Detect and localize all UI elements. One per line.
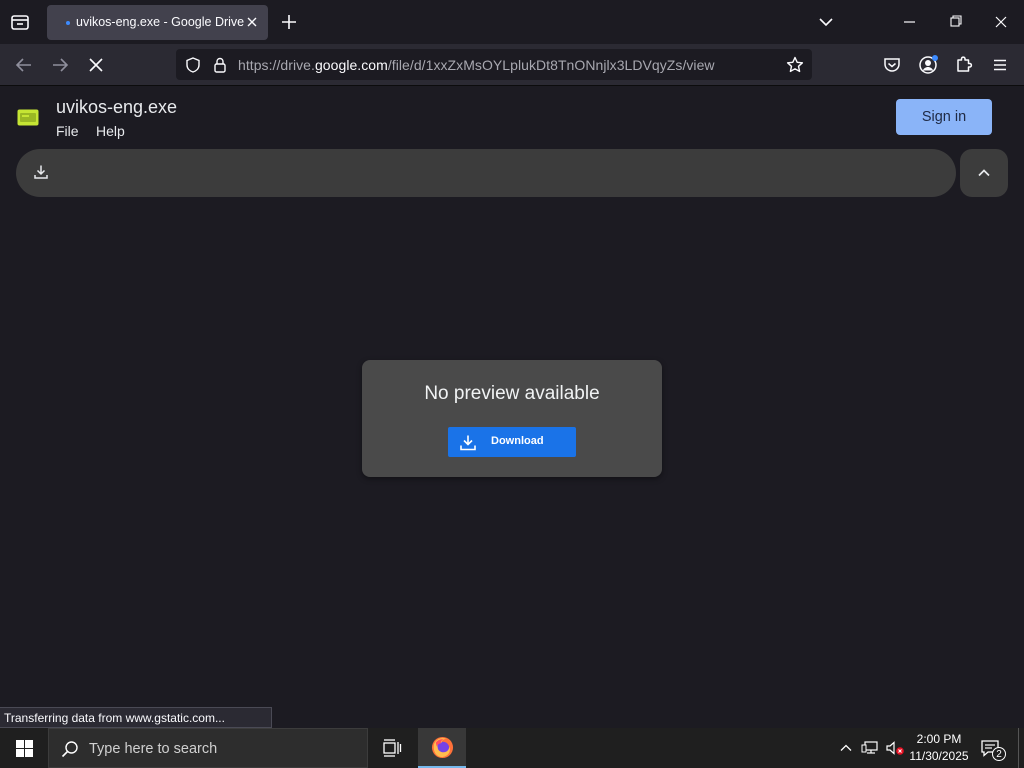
stop-icon	[89, 58, 103, 72]
drive-file-icon	[17, 109, 39, 126]
arrow-left-icon	[15, 58, 31, 72]
search-placeholder: Type here to search	[89, 741, 218, 757]
viewer-toolbar	[16, 149, 956, 197]
volume-button[interactable]	[885, 740, 905, 756]
account-icon	[919, 55, 938, 74]
search-icon	[61, 741, 78, 758]
close-icon	[247, 17, 257, 27]
plus-icon	[282, 15, 296, 29]
chevron-up-icon	[840, 744, 852, 751]
window-close-button[interactable]	[982, 10, 1022, 34]
browser-status-panel: Transferring data from www.gstatic.com..…	[0, 707, 272, 728]
notification-count-badge: 2	[992, 747, 1006, 761]
clock-date[interactable]: 11/30/2025	[908, 749, 970, 763]
forward-button[interactable]	[48, 53, 72, 77]
start-button[interactable]	[0, 728, 48, 768]
clock-time[interactable]: 2:00 PM	[910, 732, 968, 746]
windows-taskbar: Type here to search 2:00 PM 11/30/2025 2	[0, 728, 1024, 768]
file-name-title: uvikos-eng.exe	[56, 97, 178, 117]
address-bar[interactable]: https://drive.google.com/file/d/1xxZxMsO…	[176, 49, 812, 80]
shield-icon	[186, 57, 200, 73]
hamburger-icon	[994, 59, 1006, 71]
download-icon	[34, 165, 48, 179]
show-hidden-icons-button[interactable]	[839, 741, 853, 755]
window-minimize-button[interactable]	[890, 10, 930, 34]
puzzle-icon	[957, 56, 973, 72]
restore-icon	[950, 15, 962, 27]
tab-close-button[interactable]	[244, 14, 260, 30]
back-button[interactable]	[12, 53, 36, 77]
url-host: google.com	[314, 57, 388, 73]
taskbar-firefox-button[interactable]	[418, 728, 466, 768]
new-tab-button[interactable]	[279, 12, 299, 32]
star-icon	[786, 56, 804, 73]
task-view-button[interactable]	[382, 738, 402, 758]
download-icon	[460, 435, 476, 451]
extensions-button[interactable]	[952, 53, 976, 77]
url-path: /file/d/1xxZxMsOYLplukDt8TnONnjlx3LDVqyZ…	[387, 57, 715, 73]
account-button[interactable]	[916, 53, 940, 77]
lock-icon	[214, 57, 226, 73]
chevron-down-icon	[819, 18, 833, 27]
tab-list-button[interactable]	[8, 11, 32, 33]
list-all-tabs-button[interactable]	[816, 13, 836, 31]
firefox-icon	[431, 736, 454, 759]
tab-list-icon	[11, 15, 29, 30]
window-restore-button[interactable]	[936, 10, 976, 34]
pocket-button[interactable]	[880, 53, 904, 77]
pocket-icon	[884, 58, 900, 72]
download-button-label: Download	[491, 435, 544, 447]
tab-loading-indicator	[66, 21, 70, 25]
toolbar-download-button[interactable]	[32, 163, 50, 181]
bookmark-button[interactable]	[785, 55, 805, 75]
stop-loading-button[interactable]	[84, 53, 108, 77]
arrow-right-icon	[53, 58, 69, 72]
tab-title: uvikos-eng.exe - Google Drive	[76, 15, 244, 29]
network-status-button[interactable]	[861, 740, 879, 756]
no-preview-message: No preview available	[424, 383, 600, 404]
no-preview-card: No preview available Download	[362, 360, 662, 477]
sign-in-button[interactable]: Sign in	[896, 99, 992, 135]
windows-logo-icon	[16, 740, 33, 757]
app-menu-button[interactable]	[988, 53, 1012, 77]
menu-help[interactable]: Help	[96, 123, 125, 139]
close-icon	[995, 16, 1007, 28]
browser-tab-active[interactable]: uvikos-eng.exe - Google Drive	[47, 5, 268, 40]
menu-file[interactable]: File	[56, 123, 79, 139]
download-button[interactable]: Download	[448, 427, 576, 457]
minimize-icon	[904, 21, 915, 23]
status-text: Transferring data from www.gstatic.com..…	[4, 711, 225, 725]
url-prefix: https://drive.	[238, 57, 315, 73]
browser-tab-strip: uvikos-eng.exe - Google Drive	[0, 0, 1024, 44]
navigation-toolbar: https://drive.google.com/file/d/1xxZxMsO…	[0, 44, 1024, 86]
show-desktop-button[interactable]	[1018, 728, 1024, 768]
chevron-up-icon	[978, 169, 990, 177]
task-view-icon	[383, 739, 402, 757]
taskbar-search-box[interactable]: Type here to search	[48, 728, 368, 768]
volume-muted-icon	[886, 741, 904, 755]
network-icon	[861, 741, 878, 754]
url-text[interactable]: https://drive.google.com/file/d/1xxZxMsO…	[238, 57, 715, 73]
collapse-toolbar-button[interactable]	[960, 149, 1008, 197]
